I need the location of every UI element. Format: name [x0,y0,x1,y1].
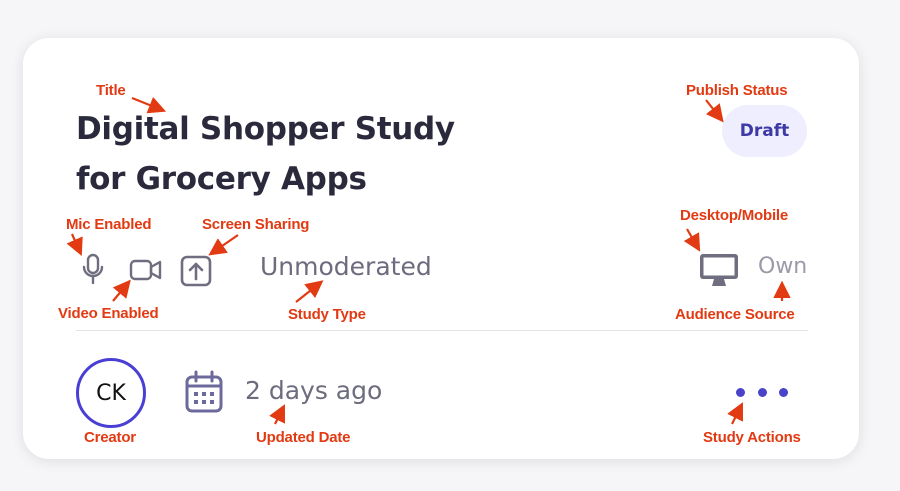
audience-source-label: Own [758,254,808,279]
video-camera-icon [129,257,163,283]
study-type-label: Unmoderated [260,252,432,281]
card-divider [76,330,808,331]
annotation-updated-date: Updated Date [256,429,351,446]
microphone-icon [82,252,104,286]
annotation-mic-enabled: Mic Enabled [66,216,152,233]
more-horizontal-icon [736,387,745,397]
annotation-video-enabled: Video Enabled [58,305,159,322]
annotation-creator: Creator [84,429,136,446]
annotation-study-type: Study Type [288,306,366,323]
annotation-audience-source: Audience Source [675,306,795,323]
screen-share-icon [179,254,213,288]
creator-avatar: CK [76,358,146,428]
annotation-screen-sharing: Screen Sharing [202,216,310,233]
desktop-monitor-icon [698,252,740,290]
study-card[interactable]: Digital Shopper Study for Grocery Apps D… [23,38,859,459]
annotation-study-actions: Study Actions [703,429,801,446]
annotation-title: Title [96,82,126,99]
study-title[interactable]: Digital Shopper Study for Grocery Apps [76,104,496,204]
annotation-publish-status: Publish Status [686,82,788,99]
study-actions-button[interactable] [736,378,788,406]
calendar-icon [184,370,224,414]
updated-date-label: 2 days ago [245,376,383,405]
publish-status-badge: Draft [722,105,807,157]
annotation-desktop-mobile: Desktop/Mobile [680,207,789,224]
